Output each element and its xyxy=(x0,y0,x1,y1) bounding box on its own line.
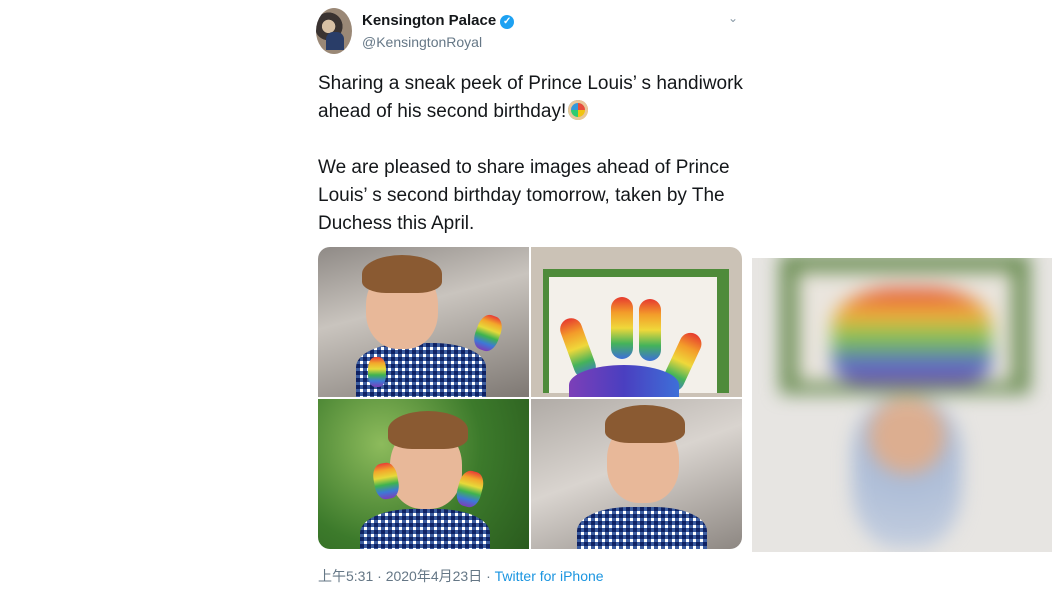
photo-4[interactable] xyxy=(531,399,742,549)
painted-hand xyxy=(470,311,506,355)
tweet-card: Kensington Palace ✓ @KensingtonRoyal ⌄ Sh… xyxy=(306,0,752,596)
tweet-text-line-3: We are pleased to share images ahead of … xyxy=(318,157,730,178)
tweet-text-line-1: Sharing a sneak peek of Prince Louis’ s … xyxy=(318,73,743,94)
tweet-text-line-5: Duchess this April. xyxy=(318,213,475,234)
tweet-timestamp[interactable]: 上午5:31 · 2020年4月23日 · xyxy=(318,568,495,584)
tweet-text: Sharing a sneak peek of Prince Louis’ s … xyxy=(318,70,748,238)
palm-print xyxy=(569,365,679,397)
blurred-child xyxy=(852,398,962,548)
photo-3[interactable] xyxy=(318,399,529,549)
hair xyxy=(605,405,685,443)
hair xyxy=(388,411,468,449)
tweet-text-line-2: ahead of his second birthday! xyxy=(318,101,567,122)
tweet-text-line-4: Louis’ s second birthday tomorrow, taken… xyxy=(318,185,725,206)
avatar[interactable] xyxy=(316,8,352,54)
tweet-source-link[interactable]: Twitter for iPhone xyxy=(495,568,604,584)
blurred-handprint xyxy=(832,288,992,383)
author-name[interactable]: Kensington Palace xyxy=(362,12,496,29)
finger-print xyxy=(611,297,633,359)
shirt xyxy=(360,509,490,549)
painted-hand xyxy=(368,357,386,387)
author-name-row[interactable]: Kensington Palace ✓ xyxy=(362,12,515,29)
chevron-down-icon[interactable]: ⌄ xyxy=(728,11,742,25)
finger-print xyxy=(639,299,661,361)
verified-badge-icon: ✓ xyxy=(500,15,515,29)
shirt xyxy=(577,507,707,549)
hair xyxy=(362,255,442,293)
photo-1[interactable] xyxy=(318,247,529,397)
author-handle[interactable]: @KensingtonRoyal xyxy=(362,34,482,50)
photo-2[interactable] xyxy=(531,247,742,397)
media-grid xyxy=(318,247,742,549)
artist-palette-emoji xyxy=(568,100,589,120)
blurred-background-image xyxy=(752,258,1052,552)
tweet-meta: 上午5:31 · 2020年4月23日 · Twitter for iPhone xyxy=(318,566,604,586)
tweet-header: Kensington Palace ✓ @KensingtonRoyal ⌄ xyxy=(316,8,746,56)
